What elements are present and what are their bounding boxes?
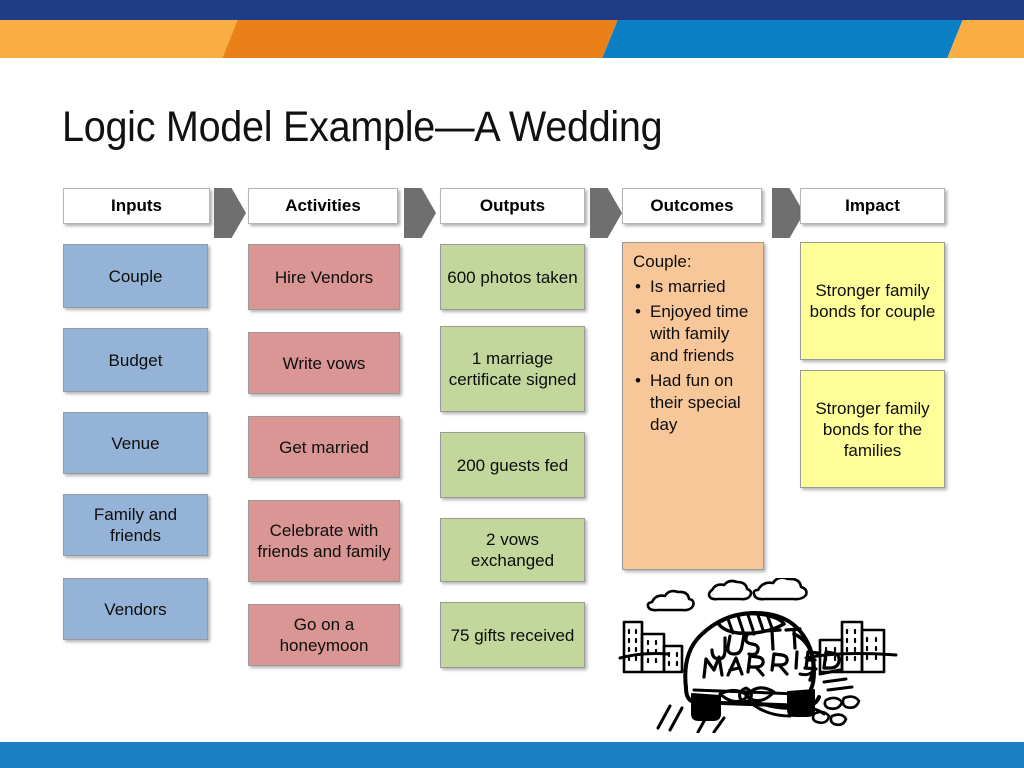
column-header-outcomes[interactable]: Outcomes — [622, 188, 762, 224]
column-outcomes: Outcomes — [622, 188, 762, 224]
cell-outputs-2[interactable]: 1 marriage certificate signed — [440, 326, 585, 412]
column-header-inputs[interactable]: Inputs — [63, 188, 210, 224]
cell-activities-4[interactable]: Celebrate with friends and family — [248, 500, 400, 582]
outcomes-bullet-list: Is married Enjoyed time with family and … — [633, 276, 757, 436]
outcomes-bullet-3: Had fun on their special day — [633, 370, 757, 436]
cell-inputs-3[interactable]: Venue — [63, 412, 208, 474]
cell-activities-2[interactable]: Write vows — [248, 332, 400, 394]
slide-footer-band — [0, 742, 1024, 768]
cell-impact-2[interactable]: Stronger family bonds for the families — [800, 370, 945, 488]
chevron-right-icon-3 — [590, 188, 622, 238]
cell-inputs-5[interactable]: Vendors — [63, 578, 208, 640]
column-inputs: Inputs — [63, 188, 210, 224]
column-impact: Impact — [800, 188, 945, 224]
cell-outcomes-panel[interactable]: Couple: Is married Enjoyed time with fam… — [622, 242, 764, 570]
just-married-car-icon — [618, 578, 898, 733]
cell-outputs-1[interactable]: 600 photos taken — [440, 244, 585, 310]
just-married-car-image — [608, 578, 910, 733]
column-header-impact[interactable]: Impact — [800, 188, 945, 224]
cell-outputs-3[interactable]: 200 guests fed — [440, 432, 585, 498]
cell-inputs-4[interactable]: Family and friends — [63, 494, 208, 556]
outcomes-bullet-2: Enjoyed time with family and friends — [633, 301, 757, 367]
logic-model-diagram: Inputs Couple Budget Venue Family and fr… — [0, 0, 1024, 768]
column-header-outputs[interactable]: Outputs — [440, 188, 585, 224]
column-outputs: Outputs — [440, 188, 585, 224]
cell-impact-1[interactable]: Stronger family bonds for couple — [800, 242, 945, 360]
chevron-right-icon-2 — [404, 188, 436, 238]
column-activities: Activities — [248, 188, 398, 224]
column-header-activities[interactable]: Activities — [248, 188, 398, 224]
outcomes-bullet-1: Is married — [633, 276, 757, 298]
cell-outputs-4[interactable]: 2 vows exchanged — [440, 518, 585, 582]
cell-inputs-1[interactable]: Couple — [63, 244, 208, 308]
cell-outputs-5[interactable]: 75 gifts received — [440, 602, 585, 668]
chevron-right-icon-1 — [214, 188, 246, 238]
cell-inputs-2[interactable]: Budget — [63, 328, 208, 392]
outcomes-heading: Couple: — [633, 252, 692, 271]
cell-activities-1[interactable]: Hire Vendors — [248, 244, 400, 310]
cell-activities-3[interactable]: Get married — [248, 416, 400, 478]
cell-activities-5[interactable]: Go on a honeymoon — [248, 604, 400, 666]
